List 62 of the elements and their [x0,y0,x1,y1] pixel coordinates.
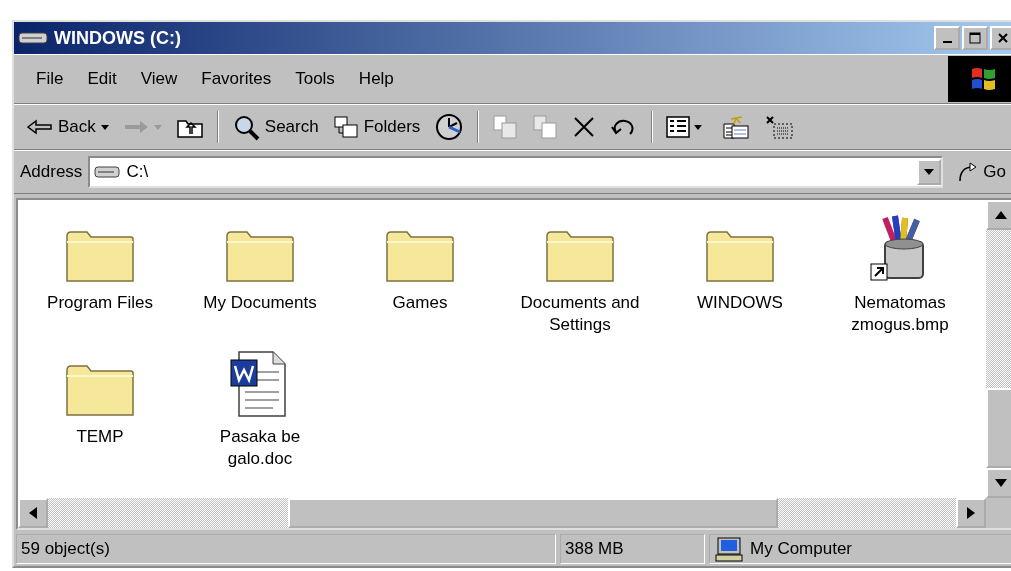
up-arrow-icon[interactable] [995,211,1007,219]
menu-item[interactable]: File [24,64,76,94]
scrollbar-corner [986,498,1011,528]
folder-icon [545,228,615,284]
folder-icon [225,228,295,284]
file-label[interactable]: Program Files [47,292,153,314]
search-button[interactable]: Search [226,111,324,143]
window-title: WINDOWS (C:) [54,26,181,50]
drive-icon [94,165,121,179]
drive-icon [18,30,48,46]
address-field[interactable]: C:\ [88,156,944,188]
file-label[interactable]: Pasaka be galo.doc [219,426,301,470]
windows-logo-icon [948,56,1011,102]
caret-icon [924,169,935,175]
clock-icon [434,112,465,142]
delete-icon [572,115,597,139]
maximize-button[interactable] [962,26,988,50]
caret-icon [153,124,162,130]
minimize-icon [942,41,952,43]
folder-icon [385,228,455,284]
menu-item[interactable]: Tools [283,64,347,94]
back-arrow-icon [27,119,53,135]
move-to-icon [492,114,519,140]
close-icon [997,32,1009,44]
file-label[interactable]: TEMP [76,426,124,448]
down-arrow-icon[interactable] [995,479,1007,487]
menu-item[interactable]: View [128,64,190,94]
maximize-icon [969,32,981,44]
dropdown-button[interactable] [917,159,942,185]
folder-icon [705,228,775,284]
status-text: My Computer [750,538,853,561]
status-text: 388 MB [560,534,705,564]
file-label[interactable]: Documents and Settings [520,292,640,336]
horizontal-scrollbar[interactable] [18,498,986,528]
scrollbar-thumb[interactable] [986,388,1011,468]
go-button[interactable]: Go [949,159,1011,185]
clear-icon [764,114,795,140]
file-label[interactable]: My Documents [203,292,317,314]
right-arrow-icon[interactable] [967,507,975,519]
address-label: Address [20,161,83,184]
folder-icon [65,362,135,418]
file-label[interactable]: Nematomas zmogus.bmp [851,292,949,336]
menu-item[interactable]: Favorites [189,64,284,94]
computer-icon [714,536,744,562]
caret-icon [100,124,109,130]
folder-icon [65,228,135,284]
status-text: 59 object(s) [16,534,556,564]
left-arrow-icon[interactable] [29,507,37,519]
folders-icon [332,115,359,139]
menu-item[interactable]: Help [346,64,406,94]
file-label[interactable]: WINDOWS [697,292,783,314]
folders-button[interactable]: Folders [327,112,426,142]
file-label[interactable]: Games [392,292,448,314]
scrollbar-thumb[interactable] [288,498,778,528]
forward-arrow-icon [122,119,149,135]
back-button[interactable]: Back [22,112,114,142]
vertical-scrollbar[interactable] [986,200,1011,528]
menu-item[interactable]: Edit [75,64,129,94]
minimize-button[interactable] [934,26,960,50]
new-folder-icon [720,114,751,140]
copy-to-icon [532,114,559,140]
close-button[interactable] [990,26,1011,50]
